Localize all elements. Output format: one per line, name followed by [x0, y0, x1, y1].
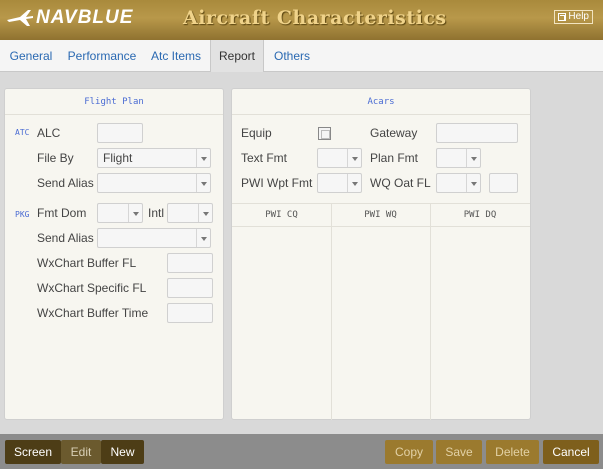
- chevron-down-icon: [347, 149, 361, 167]
- chevron-down-icon: [198, 204, 212, 222]
- wx-buffer-time-input[interactable]: [167, 303, 213, 323]
- acars-title: Acars: [232, 89, 530, 115]
- wq-oat-fl-input[interactable]: [489, 173, 518, 193]
- chevron-down-icon: [128, 204, 142, 222]
- text-fmt-select[interactable]: [317, 148, 362, 168]
- chevron-down-icon: [196, 174, 210, 192]
- wx-specific-fl-input[interactable]: [167, 278, 213, 298]
- navblue-logo: NAVBLUE: [6, 7, 133, 29]
- intl-label: Intl: [148, 206, 165, 220]
- equip-label: Equip: [241, 126, 272, 140]
- flight-plan-panel: Flight Plan ATC ALC File By Flight Send …: [4, 88, 224, 420]
- chevron-down-icon: [466, 149, 480, 167]
- header-divider: [232, 226, 530, 227]
- pwi-wpt-fmt-label: PWI Wpt Fmt: [241, 176, 313, 190]
- wx-buffer-fl-input[interactable]: [167, 253, 213, 273]
- chevron-down-icon: [347, 174, 361, 192]
- copy-button[interactable]: Copy: [385, 440, 433, 464]
- fmt-dom-select[interactable]: [97, 203, 143, 223]
- gateway-input[interactable]: [436, 123, 518, 143]
- chevron-down-icon: [196, 229, 210, 247]
- text-fmt-label: Text Fmt: [241, 151, 288, 165]
- screen-button[interactable]: Screen: [5, 440, 61, 464]
- pkg-send-alias-label: Send Alias: [37, 231, 94, 245]
- airplane-icon: [7, 10, 33, 26]
- acars-panel: Acars Equip Gateway Text Fmt Plan Fmt PW…: [231, 88, 531, 420]
- alc-label: ALC: [37, 126, 61, 140]
- tab-general[interactable]: General: [0, 40, 62, 72]
- pwi-dq-header: PWI DQ: [463, 210, 497, 220]
- send-alias-select[interactable]: [97, 173, 211, 193]
- pwi-cq-header: PWI CQ: [265, 210, 298, 220]
- wx-buffer-fl-label: WxChart Buffer FL: [37, 256, 137, 270]
- file-by-label: File By: [37, 151, 74, 165]
- brand-name: NAVBLUE: [36, 7, 134, 28]
- edit-button[interactable]: Edit: [61, 440, 101, 464]
- app-header: NAVBLUE Aircraft Characteristics Help: [0, 0, 603, 40]
- fmt-dom-label: Fmt Dom: [37, 206, 87, 220]
- plan-fmt-label: Plan Fmt: [370, 151, 419, 165]
- flight-plan-title: Flight Plan: [5, 89, 223, 115]
- file-by-select[interactable]: Flight: [97, 148, 211, 168]
- file-by-value: Flight: [103, 151, 133, 165]
- pkg-section-tag: PKG: [15, 210, 30, 219]
- new-button[interactable]: New: [101, 440, 144, 464]
- atc-section-tag: ATC: [15, 128, 30, 137]
- tab-bar: General Performance Atc Items Report Oth…: [0, 40, 603, 72]
- send-alias-label: Send Alias: [37, 176, 94, 190]
- wx-specific-fl-label: WxChart Specific FL: [37, 281, 147, 295]
- bottom-toolbar: Screen Edit New Copy Save Delete Cancel: [0, 434, 603, 469]
- help-button[interactable]: Help: [554, 10, 593, 24]
- chevron-down-icon: [466, 174, 480, 192]
- page-title: Aircraft Characteristics: [183, 7, 447, 29]
- tab-performance[interactable]: Performance: [62, 40, 142, 72]
- tab-atc-items[interactable]: Atc Items: [142, 40, 210, 72]
- alc-input[interactable]: [97, 123, 143, 143]
- intl-select[interactable]: [167, 203, 213, 223]
- pwi-table: PWI CQ PWI WQ PWI DQ: [232, 203, 530, 420]
- column-divider: [430, 204, 431, 420]
- equip-checkbox[interactable]: [318, 127, 331, 140]
- pwi-wq-header: PWI WQ: [364, 210, 397, 220]
- wx-buffer-time-label: WxChart Buffer Time: [37, 306, 149, 320]
- wq-oat-fl-select[interactable]: [436, 173, 481, 193]
- delete-button[interactable]: Delete: [486, 440, 539, 464]
- pkg-send-alias-select[interactable]: [97, 228, 211, 248]
- save-button[interactable]: Save: [436, 440, 482, 464]
- tab-report[interactable]: Report: [210, 40, 264, 72]
- plan-fmt-select[interactable]: [436, 148, 481, 168]
- tab-others[interactable]: Others: [264, 40, 320, 72]
- chevron-down-icon: [196, 149, 210, 167]
- pwi-wpt-fmt-select[interactable]: [317, 173, 362, 193]
- gateway-label: Gateway: [370, 126, 418, 140]
- cancel-button[interactable]: Cancel: [543, 440, 599, 464]
- wq-oat-fl-label: WQ Oat FL: [370, 176, 431, 190]
- column-divider: [331, 204, 332, 420]
- help-label: Help: [568, 11, 589, 22]
- external-link-icon: [558, 13, 567, 21]
